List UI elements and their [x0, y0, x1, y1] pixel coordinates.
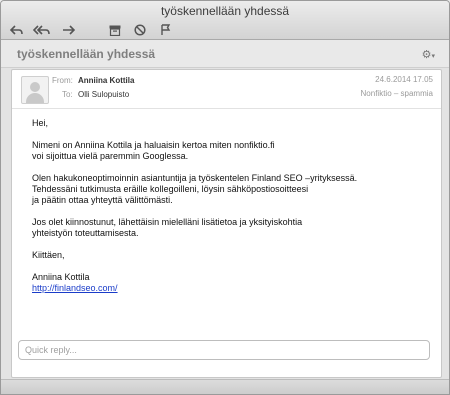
- body-paragraph-1: Nimeni on Anniina Kottila ja haluaisin k…: [32, 140, 275, 161]
- subject-bar: työskennellään yhdessä ⚙▾: [1, 40, 449, 68]
- message-card: From: Anniina Kottila To: Olli Sulopuist…: [11, 69, 442, 378]
- to-label: To:: [62, 90, 73, 99]
- reply-icon: [9, 24, 23, 35]
- from-label: From:: [52, 76, 73, 85]
- signature-name: Anniina Kottila: [32, 272, 90, 282]
- titlebar: työskennellään yhdessä: [1, 1, 449, 40]
- junk-icon: [134, 24, 146, 36]
- reply-button[interactable]: [9, 23, 23, 37]
- archive-icon: [109, 25, 121, 36]
- reply-all-button[interactable]: [32, 23, 52, 37]
- forward-button[interactable]: [61, 23, 75, 37]
- forward-icon: [62, 24, 75, 35]
- chevron-down-icon: ▾: [431, 53, 435, 60]
- gear-button[interactable]: ⚙▾: [422, 48, 435, 61]
- window-title: työskennellään yhdessä: [160, 4, 290, 18]
- sender-name[interactable]: Anniina Kottila: [78, 76, 134, 85]
- avatar: [21, 76, 49, 104]
- flag-icon: [160, 24, 170, 35]
- body-paragraph-3: Jos olet kiinnostunut, lähettäisin miele…: [32, 217, 303, 238]
- recipient-name[interactable]: Olli Sulopuisto: [78, 90, 129, 99]
- flag-button[interactable]: [158, 23, 172, 37]
- mail-window: työskennellään yhdessä työskennellään yh…: [0, 0, 450, 395]
- message-header: From: Anniina Kottila To: Olli Sulopuist…: [12, 70, 441, 109]
- message-folder: Nonfiktio – spammia: [360, 89, 433, 98]
- body-paragraph-2: Olen hakukoneoptimoinnin asiantuntija ja…: [32, 173, 358, 205]
- gear-icon: ⚙: [421, 49, 432, 61]
- closing: Kiittäen,: [32, 250, 65, 260]
- archive-button[interactable]: [108, 23, 122, 37]
- greeting: Hei,: [32, 118, 49, 128]
- junk-button[interactable]: [133, 23, 147, 37]
- reply-all-icon: [33, 24, 50, 35]
- message-subject: työskennellään yhdessä: [17, 47, 156, 61]
- quick-reply-input[interactable]: Quick reply...: [18, 340, 430, 360]
- message-body: Hei, Nimeni on Anniina Kottila ja haluai…: [32, 118, 432, 294]
- signature-link[interactable]: http://finlandseo.com/: [32, 283, 118, 293]
- bottom-bar: [1, 379, 449, 394]
- message-date: 24.6.2014 17.05: [375, 75, 433, 84]
